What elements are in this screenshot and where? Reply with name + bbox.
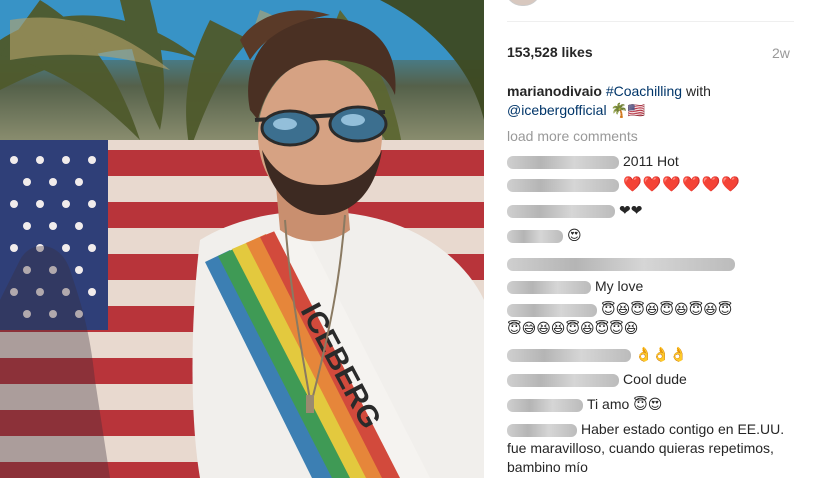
blurred-username[interactable]: [507, 257, 735, 271]
post-age[interactable]: 2w: [772, 45, 790, 61]
comment-text-continued: 😇😅😆😆😇😆😇😇😆: [507, 320, 639, 336]
blurred-username[interactable]: [507, 398, 583, 412]
comment-item: 😍: [507, 226, 792, 245]
comment-item: Cool dude: [507, 370, 792, 389]
caption-author[interactable]: marianodivaio: [507, 83, 602, 99]
blurred-username[interactable]: [507, 303, 597, 317]
comment-text: My love: [595, 278, 644, 294]
comment-item: [507, 254, 792, 273]
comment-text: 😇😆😇😆😇😆😇😆😇: [601, 301, 733, 317]
comment-item: 👌👌👌: [507, 345, 792, 364]
comment-text: 👌👌👌: [635, 346, 688, 362]
header-divider: [507, 21, 794, 22]
blurred-username[interactable]: [507, 204, 615, 218]
comment-item: My love: [507, 277, 792, 296]
photo-illustration: ICEBERG: [0, 0, 484, 478]
load-more-comments-link[interactable]: load more comments: [507, 128, 638, 144]
blurred-username[interactable]: [507, 229, 563, 243]
blurred-username[interactable]: [507, 373, 619, 387]
post-photo[interactable]: ICEBERG: [0, 0, 484, 478]
comment-text: 2011 Hot: [623, 153, 679, 169]
blurred-username[interactable]: [507, 348, 631, 362]
comment-text: Cool dude: [623, 371, 687, 387]
comment-item: ❤️❤️❤️❤️❤️❤️: [507, 175, 792, 194]
comment-item: 😇😆😇😆😇😆😇😆😇 😇😅😆😆😇😆😇😇😆: [507, 300, 792, 338]
blurred-username[interactable]: [507, 423, 577, 437]
caption-emoji: 🌴🇺🇸: [606, 102, 646, 118]
comment-item: 2011 Hot: [507, 152, 792, 171]
comment-text: ❤❤: [619, 202, 643, 218]
comment-item: Ti amo 😇😍: [507, 395, 792, 414]
blurred-username[interactable]: [507, 178, 619, 192]
comment-item: ❤❤: [507, 201, 792, 220]
post-caption: marianodivaio #Coachilling with @iceberg…: [507, 82, 777, 120]
caption-text: with: [682, 83, 711, 99]
blurred-username[interactable]: [507, 280, 591, 294]
blurred-username[interactable]: [507, 155, 619, 169]
caption-mention[interactable]: @icebergofficial: [507, 102, 607, 118]
comment-text: ❤️❤️❤️❤️❤️❤️: [623, 176, 742, 193]
comment-text: Ti amo 😇😍: [587, 396, 663, 412]
likes-count[interactable]: 153,528 likes: [507, 44, 593, 60]
caption-hashtag[interactable]: #Coachilling: [606, 83, 682, 99]
comment-item: Haber estado contigo en EE.UU. fue marav…: [507, 420, 792, 477]
comment-text: 😍: [567, 227, 582, 243]
